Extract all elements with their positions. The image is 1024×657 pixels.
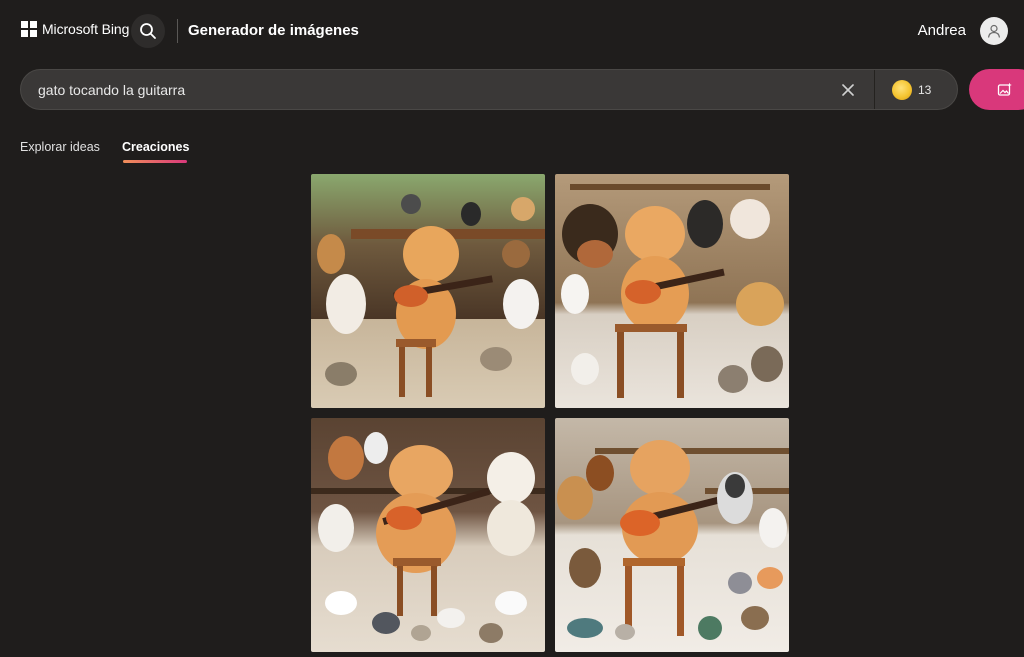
search-icon: [140, 23, 156, 39]
brand-name: Microsoft Bing: [42, 21, 130, 37]
search-button[interactable]: [131, 14, 165, 48]
header-divider: [177, 19, 178, 43]
generated-image-1[interactable]: [311, 174, 545, 408]
generated-image-3[interactable]: [311, 418, 545, 652]
coin-count: 13: [918, 83, 932, 97]
avatar[interactable]: [980, 17, 1008, 45]
create-button[interactable]: [969, 69, 1024, 110]
microsoft-bing-logo[interactable]: Microsoft Bing: [21, 21, 129, 37]
prompt-bar: 13: [20, 69, 958, 110]
prompt-input[interactable]: [38, 70, 828, 109]
user-name[interactable]: Andrea: [918, 22, 966, 39]
clear-button[interactable]: [839, 81, 857, 99]
windows-logo-icon: [21, 21, 37, 37]
tab-creaciones[interactable]: Creaciones: [122, 140, 189, 154]
page-title: Generador de imágenes: [188, 22, 359, 39]
generated-image-2[interactable]: [555, 174, 789, 408]
create-image-icon: [997, 82, 1012, 96]
image-thumbnail: [311, 418, 545, 652]
header: Microsoft Bing Generador de imágenes And…: [0, 0, 1024, 62]
tab-explorar-ideas[interactable]: Explorar ideas: [20, 140, 100, 154]
image-thumbnail: [555, 174, 789, 408]
search-divider: [874, 70, 875, 109]
close-icon: [842, 84, 854, 96]
coin-icon: [892, 80, 912, 100]
image-thumbnail: [311, 174, 545, 408]
image-thumbnail: [555, 418, 789, 652]
generated-image-4[interactable]: [555, 418, 789, 652]
active-tab-indicator: [123, 160, 187, 163]
user-icon: [987, 24, 1001, 38]
